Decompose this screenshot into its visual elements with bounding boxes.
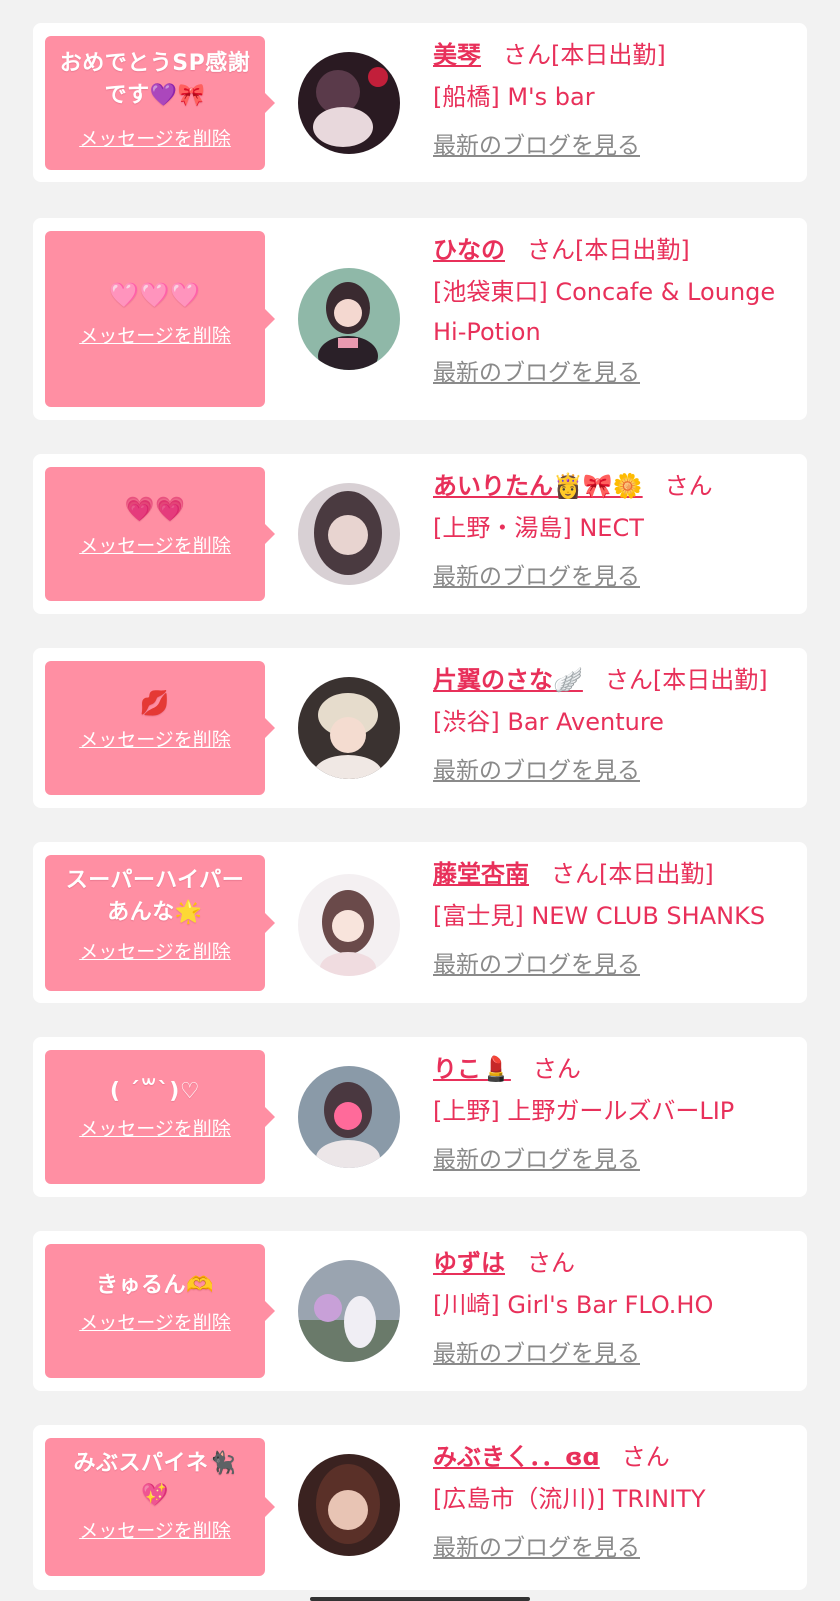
shop-name: [広島市（流川)] TRINITY [433, 1485, 706, 1513]
shop-name: [船橋] M's bar [433, 83, 595, 111]
delete-message-link[interactable]: メッセージを削除 [53, 323, 257, 349]
message-text: 🩷🩷🩷 [109, 281, 201, 309]
avatar[interactable] [298, 1066, 400, 1168]
delete-message-link[interactable]: メッセージを削除 [53, 126, 257, 152]
shop-name: [富士見] NEW CLUB SHANKS [433, 902, 766, 930]
cast-name-link[interactable]: あいりたん👸🎀🌼 [433, 472, 643, 500]
latest-blog-link[interactable]: 最新のブログを見る [433, 358, 640, 388]
avatar[interactable] [298, 1260, 400, 1362]
cast-status: さん [527, 1249, 575, 1277]
delete-message-link[interactable]: メッセージを削除 [53, 533, 257, 559]
cast-name-link[interactable]: ひなの [433, 236, 505, 264]
message-card: 💋 メッセージを削除 片翼のさな🪽 さん[本日出勤] [渋谷] Bar Avent… [33, 648, 807, 808]
message-card: スーパーハイパーあんな🌟 メッセージを削除 藤堂杏南 さん[本日出勤] [富士見]… [33, 842, 807, 1003]
latest-blog-link[interactable]: 最新のブログを見る [433, 756, 640, 786]
latest-blog-link[interactable]: 最新のブログを見る [433, 950, 640, 980]
message-card: みぶスパイネ🐈‍⬛💖 メッセージを削除 みぶきㄑ．．ɞɑ さん [広島市（流川)]… [33, 1425, 807, 1590]
cast-info: 藤堂杏南 さん[本日出勤] [富士見] NEW CLUB SHANKS 最新のブロ… [433, 856, 799, 980]
cast-info: ひなの さん[本日出勤] [池袋東口] Concafe & Lounge Hi-P… [433, 232, 799, 388]
message-card: 💗💗 メッセージを削除 あいりたん👸🎀🌼 さん [上野・湯島] NECT 最新のブ… [33, 454, 807, 614]
shop-name: [池袋東口] Concafe & Lounge Hi-Potion [433, 278, 776, 346]
message-text: ( ´꒳`)♡ [109, 1079, 201, 1104]
delete-message-link[interactable]: メッセージを削除 [53, 1518, 257, 1544]
avatar[interactable] [298, 52, 400, 154]
message-bubble: 🩷🩷🩷 メッセージを削除 [45, 231, 275, 407]
shop-name: [上野・湯島] NECT [433, 514, 644, 542]
message-card: おめでとうSP感謝です💜🎀 メッセージを削除 美琴 さん[本日出勤] [船橋] M… [33, 23, 807, 182]
cast-info: あいりたん👸🎀🌼 さん [上野・湯島] NECT 最新のブログを見る [433, 468, 799, 592]
shop-name: [渋谷] Bar Aventure [433, 708, 664, 736]
message-bubble: きゅるん🫶 メッセージを削除 [45, 1244, 275, 1378]
message-bubble: ( ´꒳`)♡ メッセージを削除 [45, 1050, 275, 1184]
avatar[interactable] [298, 874, 400, 976]
message-text: みぶスパイネ🐈‍⬛💖 [73, 1451, 237, 1508]
cast-info: ゆずは さん [川崎] Girl's Bar FLO.HO 最新のブログを見る [433, 1245, 799, 1369]
avatar[interactable] [298, 268, 400, 370]
cast-status: さん [621, 1443, 670, 1471]
shop-name: [川崎] Girl's Bar FLO.HO [433, 1291, 714, 1319]
delete-message-link[interactable]: メッセージを削除 [53, 1116, 257, 1142]
shop-name: [上野] 上野ガールズバーLIP [433, 1097, 735, 1125]
cast-name-link[interactable]: 美琴 [433, 41, 481, 69]
cast-info: 片翼のさな🪽 さん[本日出勤] [渋谷] Bar Aventure 最新のブログを… [433, 662, 799, 786]
delete-message-link[interactable]: メッセージを削除 [53, 939, 257, 965]
latest-blog-link[interactable]: 最新のブログを見る [433, 1339, 640, 1369]
cast-name-link[interactable]: 片翼のさな🪽 [433, 666, 583, 694]
home-indicator [310, 1597, 530, 1601]
cast-name-link[interactable]: みぶきㄑ．．ɞɑ [433, 1443, 600, 1471]
cast-info: りこ💄 さん [上野] 上野ガールズバーLIP 最新のブログを見る [433, 1051, 799, 1175]
delete-message-link[interactable]: メッセージを削除 [53, 1310, 257, 1336]
latest-blog-link[interactable]: 最新のブログを見る [433, 562, 640, 592]
message-bubble: おめでとうSP感謝です💜🎀 メッセージを削除 [45, 36, 275, 170]
cast-status: さん[本日出勤] [604, 666, 768, 694]
message-bubble: 💋 メッセージを削除 [45, 661, 275, 795]
cast-name-link[interactable]: 藤堂杏南 [433, 860, 529, 888]
message-list: おめでとうSP感謝です💜🎀 メッセージを削除 美琴 さん[本日出勤] [船橋] M… [0, 0, 840, 1601]
cast-status: さん [664, 472, 713, 500]
latest-blog-link[interactable]: 最新のブログを見る [433, 131, 640, 161]
cast-info: みぶきㄑ．．ɞɑ さん [広島市（流川)] TRINITY 最新のブログを見る [433, 1439, 799, 1563]
message-bubble: みぶスパイネ🐈‍⬛💖 メッセージを削除 [45, 1438, 275, 1576]
cast-info: 美琴 さん[本日出勤] [船橋] M's bar 最新のブログを見る [433, 37, 799, 161]
cast-status: さん[本日出勤] [527, 236, 690, 264]
message-text: きゅるん🫶 [96, 1273, 214, 1298]
message-card: 🩷🩷🩷 メッセージを削除 ひなの さん[本日出勤] [池袋東口] Concafe … [33, 218, 807, 420]
avatar[interactable] [298, 677, 400, 779]
message-bubble: 💗💗 メッセージを削除 [45, 467, 275, 601]
message-bubble: スーパーハイパーあんな🌟 メッセージを削除 [45, 855, 275, 991]
latest-blog-link[interactable]: 最新のブログを見る [433, 1533, 640, 1563]
cast-status: さん[本日出勤] [503, 41, 666, 69]
message-card: きゅるん🫶 メッセージを削除 ゆずは さん [川崎] Girl's Bar FLO… [33, 1231, 807, 1391]
delete-message-link[interactable]: メッセージを削除 [53, 727, 257, 753]
message-text: 💋 [139, 689, 171, 717]
message-text: スーパーハイパーあんな🌟 [65, 868, 245, 925]
cast-status: さん [532, 1055, 581, 1083]
message-card: ( ´꒳`)♡ メッセージを削除 りこ💄 さん [上野] 上野ガールズバーLIP … [33, 1037, 807, 1197]
cast-status: さん[本日出勤] [551, 860, 714, 888]
message-text: 💗💗 [124, 495, 186, 523]
cast-name-link[interactable]: りこ💄 [433, 1055, 511, 1083]
message-text: おめでとうSP感謝です💜🎀 [59, 51, 251, 108]
avatar[interactable] [298, 1454, 400, 1556]
avatar[interactable] [298, 483, 400, 585]
latest-blog-link[interactable]: 最新のブログを見る [433, 1145, 640, 1175]
cast-name-link[interactable]: ゆずは [433, 1249, 505, 1277]
